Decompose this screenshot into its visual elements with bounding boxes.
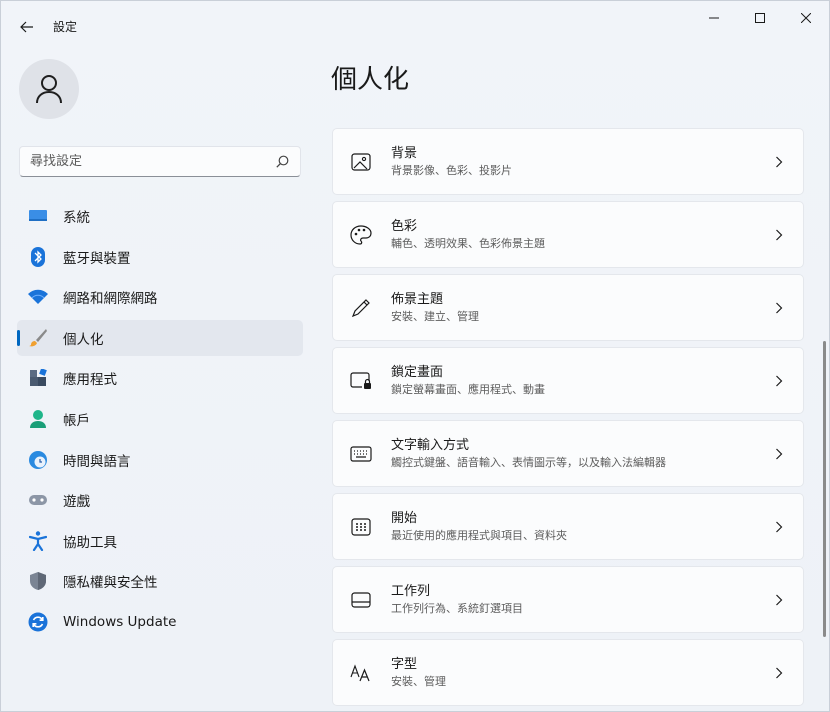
close-icon (801, 13, 811, 23)
font-icon (349, 661, 373, 685)
chevron-right-icon (773, 448, 785, 460)
setting-subtitle: 最近使用的應用程式與項目、資料夾 (391, 528, 567, 542)
sidebar-item-accessibility[interactable]: 協助工具 (17, 523, 303, 559)
chevron-right-icon (773, 302, 785, 314)
accessibility-icon (27, 530, 49, 552)
sidebar-item-label: 隱私權與安全性 (63, 575, 158, 592)
setting-title: 佈景主題 (391, 291, 444, 307)
sidebar-item-privacy[interactable]: 隱私權與安全性 (17, 563, 303, 599)
maximize-icon (755, 13, 765, 23)
search-input[interactable] (30, 154, 274, 169)
scrollbar[interactable] (823, 341, 826, 637)
setting-card-start[interactable]: 開始 最近使用的應用程式與項目、資料夾 (332, 493, 804, 560)
setting-subtitle: 安裝、建立、管理 (391, 309, 479, 323)
sidebar-nav: 系統 藍牙與裝置 網路和網際網路 個人化 應用程式 帳戶 時間與語言 遊戲 協助… (17, 198, 303, 645)
apps-icon (27, 367, 49, 389)
system-icon (27, 205, 49, 227)
taskbar-icon (349, 588, 373, 612)
setting-subtitle: 工作列行為、系統釘選項目 (391, 601, 523, 615)
account-icon (27, 408, 49, 430)
sidebar-item-label: Windows Update (63, 613, 177, 630)
gamepad-icon (27, 489, 49, 511)
setting-card-lock-screen[interactable]: 鎖定畫面 鎖定螢幕畫面、應用程式、動畫 (332, 347, 804, 414)
setting-title: 鎖定畫面 (391, 364, 444, 380)
setting-subtitle: 背景影像、色彩、投影片 (391, 163, 512, 177)
sidebar-item-label: 帳戶 (63, 412, 90, 429)
setting-title: 背景 (391, 145, 418, 161)
sidebar-item-apps[interactable]: 應用程式 (17, 360, 303, 396)
bluetooth-icon (27, 246, 49, 268)
setting-title: 工作列 (391, 583, 431, 599)
lock-screen-icon (349, 369, 373, 393)
minimize-button[interactable] (691, 1, 737, 35)
sidebar-item-label: 應用程式 (63, 372, 117, 389)
search-box[interactable] (19, 146, 301, 177)
chevron-right-icon (773, 156, 785, 168)
app-title: 設定 (53, 20, 78, 34)
windows-update-icon (27, 611, 49, 633)
setting-card-text-input[interactable]: 文字輸入方式 觸控式鍵盤、語音輸入、表情圖示等，以及輸入法編輯器 (332, 420, 804, 487)
close-button[interactable] (783, 1, 829, 35)
setting-subtitle: 觸控式鍵盤、語音輸入、表情圖示等，以及輸入法編輯器 (391, 455, 666, 469)
setting-title: 文字輸入方式 (391, 437, 470, 453)
settings-list: 背景 背景影像、色彩、投影片 色彩 輔色、透明效果、色彩佈景主題 佈景主題 安裝… (332, 128, 804, 711)
setting-subtitle: 安裝、管理 (391, 674, 446, 688)
setting-card-taskbar[interactable]: 工作列 工作列行為、系統釘選項目 (332, 566, 804, 633)
user-avatar[interactable] (19, 59, 79, 119)
chevron-right-icon (773, 667, 785, 679)
chevron-right-icon (773, 521, 785, 533)
chevron-right-icon (773, 594, 785, 606)
setting-card-themes[interactable]: 佈景主題 安裝、建立、管理 (332, 274, 804, 341)
chevron-right-icon (773, 375, 785, 387)
back-button[interactable] (13, 13, 41, 41)
start-icon (349, 515, 373, 539)
maximize-button[interactable] (737, 1, 783, 35)
sidebar-item-label: 網路和網際網路 (63, 291, 158, 308)
image-icon (349, 150, 373, 174)
setting-card-background[interactable]: 背景 背景影像、色彩、投影片 (332, 128, 804, 195)
sidebar-item-label: 系統 (63, 210, 90, 226)
setting-subtitle: 鎖定螢幕畫面、應用程式、動畫 (391, 382, 545, 396)
sidebar-item-label: 個人化 (63, 331, 104, 348)
sidebar-item-personalization[interactable]: 個人化 (17, 319, 303, 356)
sidebar-item-network[interactable]: 網路和網際網路 (17, 279, 303, 315)
search-icon[interactable] (274, 154, 290, 170)
setting-card-fonts[interactable]: 字型 安裝、管理 (332, 639, 804, 706)
person-icon (36, 75, 62, 104)
setting-title: 色彩 (391, 218, 418, 234)
setting-title: 字型 (391, 656, 418, 672)
brush-icon (27, 327, 49, 349)
setting-card-colors[interactable]: 色彩 輔色、透明效果、色彩佈景主題 (332, 201, 804, 268)
sidebar-item-label: 遊戲 (63, 494, 90, 511)
minimize-icon (709, 17, 719, 19)
shield-icon (27, 570, 49, 592)
setting-subtitle: 輔色、透明效果、色彩佈景主題 (391, 236, 545, 250)
time-language-icon (27, 449, 49, 471)
wifi-icon (27, 286, 49, 308)
palette-icon (349, 223, 373, 247)
setting-title: 開始 (391, 510, 418, 526)
pen-icon (349, 296, 373, 320)
sidebar-item-label: 時間與語言 (63, 453, 131, 470)
page-title: 個人化 (331, 65, 410, 95)
title-bar: 設定 (1, 1, 829, 51)
sidebar-item-gaming[interactable]: 遊戲 (17, 482, 303, 518)
back-arrow-icon (20, 21, 33, 33)
sidebar-item-time-language[interactable]: 時間與語言 (17, 442, 303, 478)
sidebar-item-system[interactable]: 系統 (17, 198, 303, 234)
sidebar-item-bluetooth[interactable]: 藍牙與裝置 (17, 239, 303, 275)
sidebar-item-label: 協助工具 (63, 534, 117, 551)
settings-window: 設定 系統 (0, 0, 830, 712)
sidebar-item-label: 藍牙與裝置 (63, 250, 131, 267)
sidebar-item-windows-update[interactable]: Windows Update (17, 604, 303, 640)
chevron-right-icon (773, 229, 785, 241)
keyboard-icon (349, 442, 373, 466)
sidebar-item-accounts[interactable]: 帳戶 (17, 401, 303, 437)
